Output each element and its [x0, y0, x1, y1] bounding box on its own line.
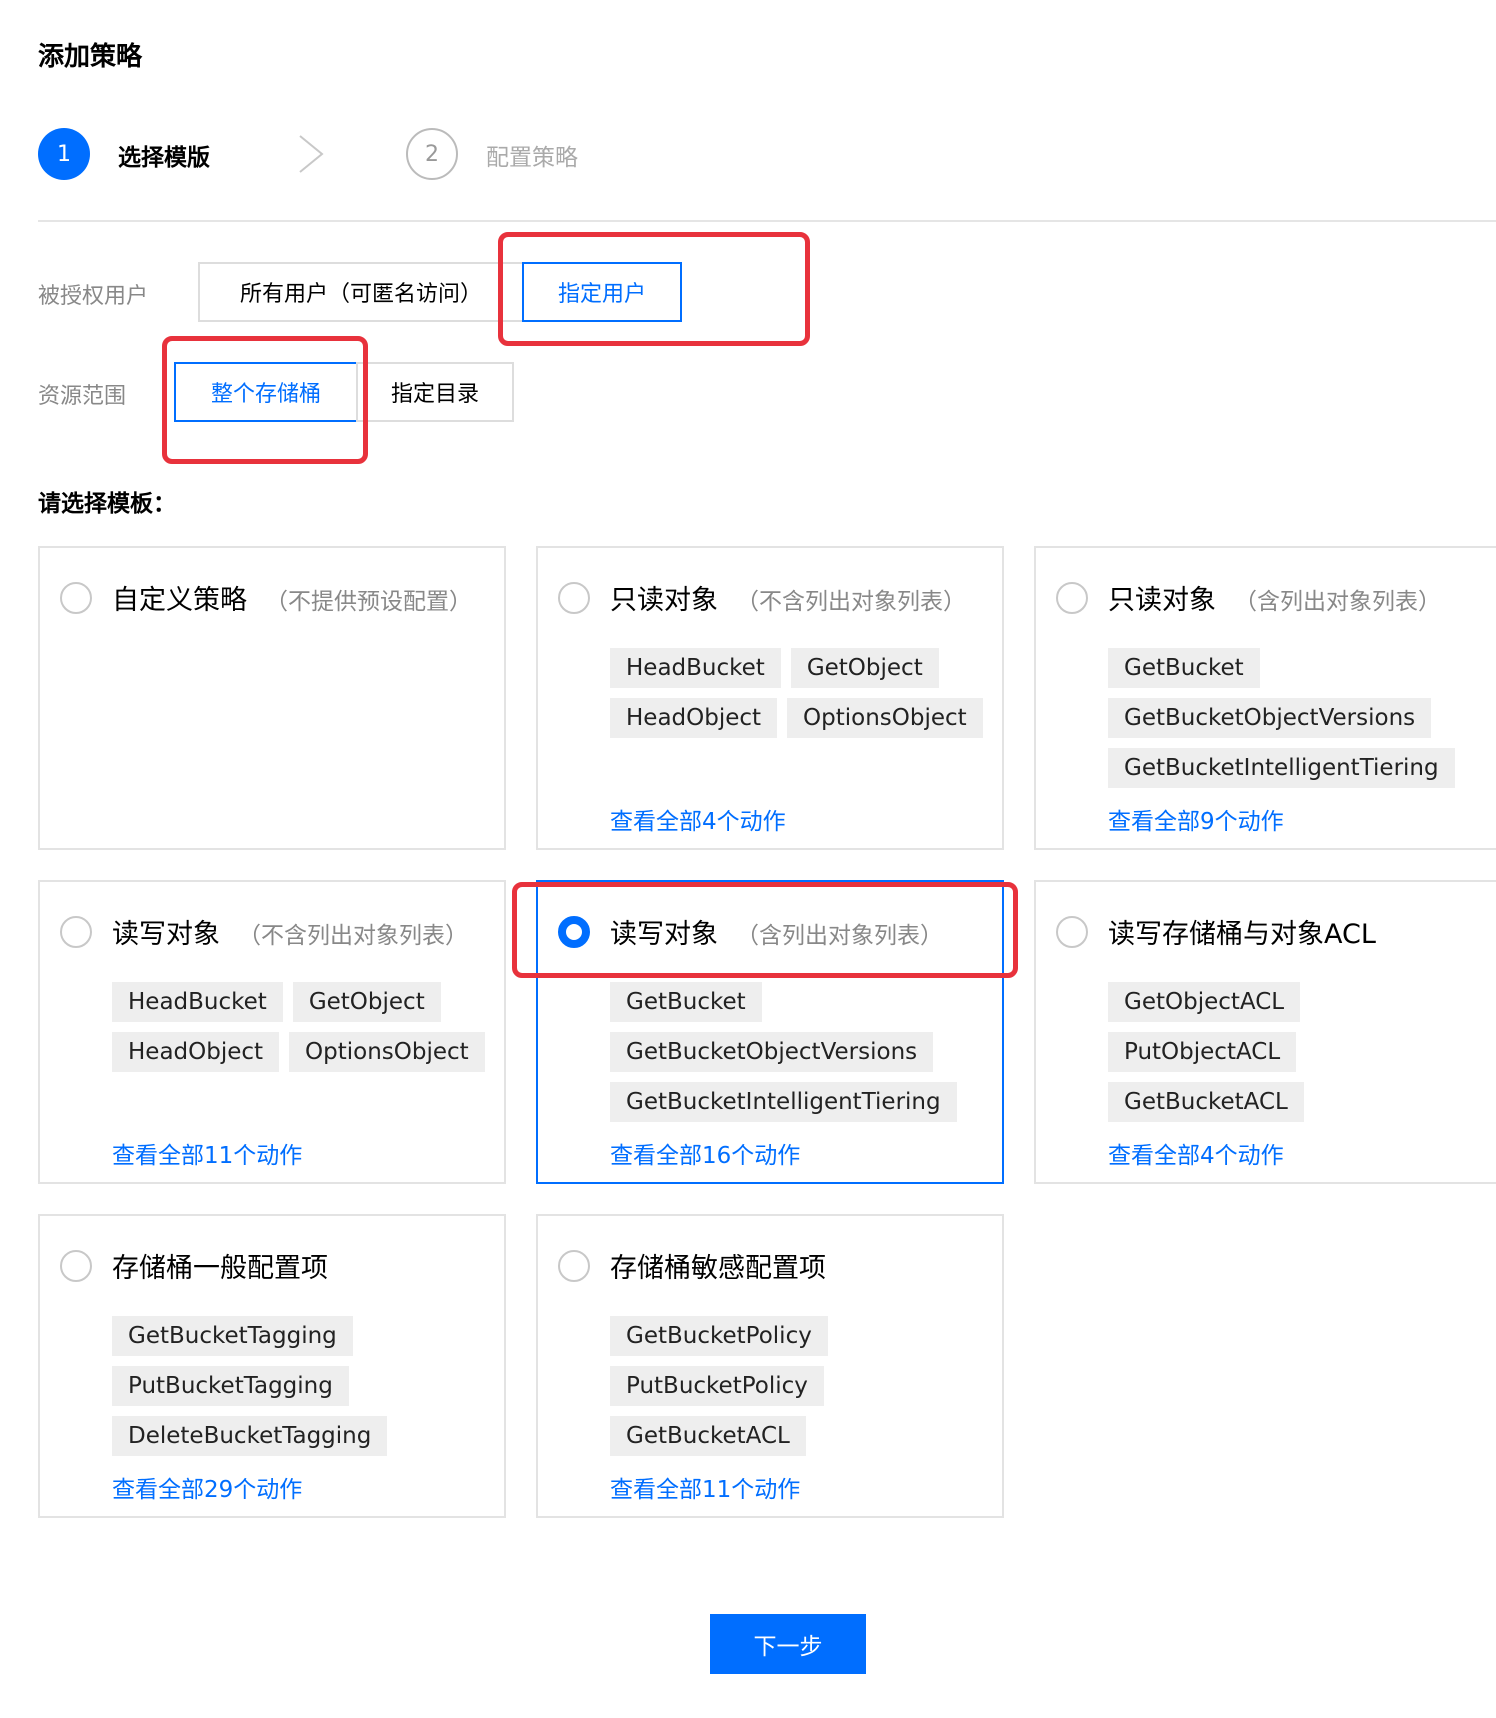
radio-bucket-object-acl[interactable] — [1056, 916, 1088, 948]
action-tag: GetBucket — [610, 982, 762, 1022]
action-tags: GetBucketPolicy PutBucketPolicy GetBucke… — [610, 1316, 990, 1456]
action-tags: HeadBucket GetObject HeadObject OptionsO… — [112, 982, 492, 1072]
step-1-number: 1 — [38, 128, 90, 180]
action-tag: HeadObject — [610, 698, 778, 738]
action-tag: GetBucketIntelligentTiering — [610, 1082, 957, 1122]
action-tag: GetBucketACL — [1108, 1082, 1304, 1122]
option-all-users[interactable]: 所有用户（可匿名访问） — [198, 262, 524, 322]
step-1-label: 选择模版 — [118, 145, 210, 171]
action-tags: GetObjectACL PutObjectACL GetBucketACL — [1108, 982, 1488, 1122]
radio-custom[interactable] — [60, 582, 92, 614]
resource-scope-label: 资源范围 — [38, 384, 127, 409]
radio-bucket-general-config[interactable] — [60, 1250, 92, 1282]
action-tag: PutBucketTagging — [112, 1366, 349, 1406]
card-title: 只读对象 （含列出对象列表） — [1108, 585, 1441, 616]
action-tag: PutObjectACL — [1108, 1032, 1297, 1072]
card-title: 存储桶敏感配置项 — [610, 1253, 826, 1284]
view-all-actions-link[interactable]: 查看全部11个动作 — [610, 1470, 800, 1504]
action-tag: PutBucketPolicy — [610, 1366, 824, 1406]
card-title: 读写存储桶与对象ACL — [1108, 919, 1376, 950]
template-card-readonly-with-list[interactable]: 只读对象 （含列出对象列表） GetBucket GetBucketObjectV… — [1034, 546, 1496, 850]
template-card-bucket-general-config[interactable]: 存储桶一般配置项 GetBucketTagging PutBucketTaggi… — [38, 1214, 506, 1518]
card-title: 存储桶一般配置项 — [112, 1253, 328, 1284]
action-tag: OptionsObject — [289, 1032, 485, 1072]
template-card-readonly-no-list[interactable]: 只读对象 （不含列出对象列表） HeadBucket GetObject Head… — [536, 546, 1004, 850]
step-2-label: 配置策略 — [486, 145, 578, 171]
action-tag: GetBucket — [1108, 648, 1260, 688]
page-title: 添加策略 — [38, 42, 143, 72]
action-tag: OptionsObject — [787, 698, 983, 738]
radio-readonly-with-list[interactable] — [1056, 582, 1088, 614]
view-all-actions-link[interactable]: 查看全部9个动作 — [1108, 802, 1284, 836]
action-tag: GetBucketPolicy — [610, 1316, 828, 1356]
action-tag: GetBucketIntelligentTiering — [1108, 748, 1455, 788]
radio-readwrite-with-list[interactable] — [558, 916, 590, 948]
card-title: 读写对象 （含列出对象列表） — [610, 919, 943, 950]
template-card-bucket-sensitive-config[interactable]: 存储桶敏感配置项 GetBucketPolicy PutBucketPolicy… — [536, 1214, 1004, 1518]
action-tag: GetBucketObjectVersions — [610, 1032, 934, 1072]
template-card-readwrite-with-list[interactable]: 读写对象 （含列出对象列表） GetBucket GetBucketObjectV… — [536, 880, 1004, 1184]
card-title: 只读对象 （不含列出对象列表） — [610, 585, 966, 616]
steps-divider — [38, 220, 1496, 222]
action-tag: GetBucketACL — [610, 1416, 806, 1456]
template-card-bucket-object-acl[interactable]: 读写存储桶与对象ACL GetObjectACL PutObjectACL Ge… — [1034, 880, 1496, 1184]
template-card-custom[interactable]: 自定义策略 （不提供预设配置） — [38, 546, 506, 850]
action-tags: GetBucket GetBucketObjectVersions GetBuc… — [610, 982, 990, 1122]
chevron-right-icon — [299, 135, 324, 173]
view-all-actions-link[interactable]: 查看全部4个动作 — [610, 802, 786, 836]
card-title: 读写对象 （不含列出对象列表） — [112, 919, 468, 950]
action-tags: GetBucket GetBucketObjectVersions GetBuc… — [1108, 648, 1488, 788]
radio-readwrite-no-list[interactable] — [60, 916, 92, 948]
radio-readonly-no-list[interactable] — [558, 582, 590, 614]
next-step-button[interactable]: 下一步 — [710, 1614, 866, 1674]
action-tag: GetBucketTagging — [112, 1316, 353, 1356]
action-tags: HeadBucket GetObject HeadObject OptionsO… — [610, 648, 990, 738]
action-tag: HeadBucket — [112, 982, 283, 1022]
view-all-actions-link[interactable]: 查看全部16个动作 — [610, 1136, 800, 1170]
card-title: 自定义策略 （不提供预设配置） — [112, 585, 472, 616]
action-tag: HeadBucket — [610, 648, 781, 688]
template-card-readwrite-no-list[interactable]: 读写对象 （不含列出对象列表） HeadBucket GetObject Head… — [38, 880, 506, 1184]
action-tag: GetObject — [292, 982, 441, 1022]
option-specific-directory[interactable]: 指定目录 — [356, 362, 514, 422]
action-tag: HeadObject — [112, 1032, 280, 1072]
action-tag: GetObjectACL — [1108, 982, 1301, 1022]
option-specific-user[interactable]: 指定用户 — [522, 262, 682, 322]
view-all-actions-link[interactable]: 查看全部4个动作 — [1108, 1136, 1284, 1170]
view-all-actions-link[interactable]: 查看全部11个动作 — [112, 1136, 302, 1170]
view-all-actions-link[interactable]: 查看全部29个动作 — [112, 1470, 302, 1504]
action-tag: GetBucketObjectVersions — [1108, 698, 1432, 738]
template-section-title: 请选择模板： — [38, 491, 176, 517]
action-tag: GetObject — [790, 648, 939, 688]
radio-bucket-sensitive-config[interactable] — [558, 1250, 590, 1282]
action-tag: DeleteBucketTagging — [112, 1416, 388, 1456]
authorized-user-label: 被授权用户 — [38, 284, 149, 309]
option-whole-bucket[interactable]: 整个存储桶 — [174, 362, 358, 422]
action-tags: GetBucketTagging PutBucketTagging Delete… — [112, 1316, 492, 1456]
step-2-number: 2 — [406, 128, 458, 180]
